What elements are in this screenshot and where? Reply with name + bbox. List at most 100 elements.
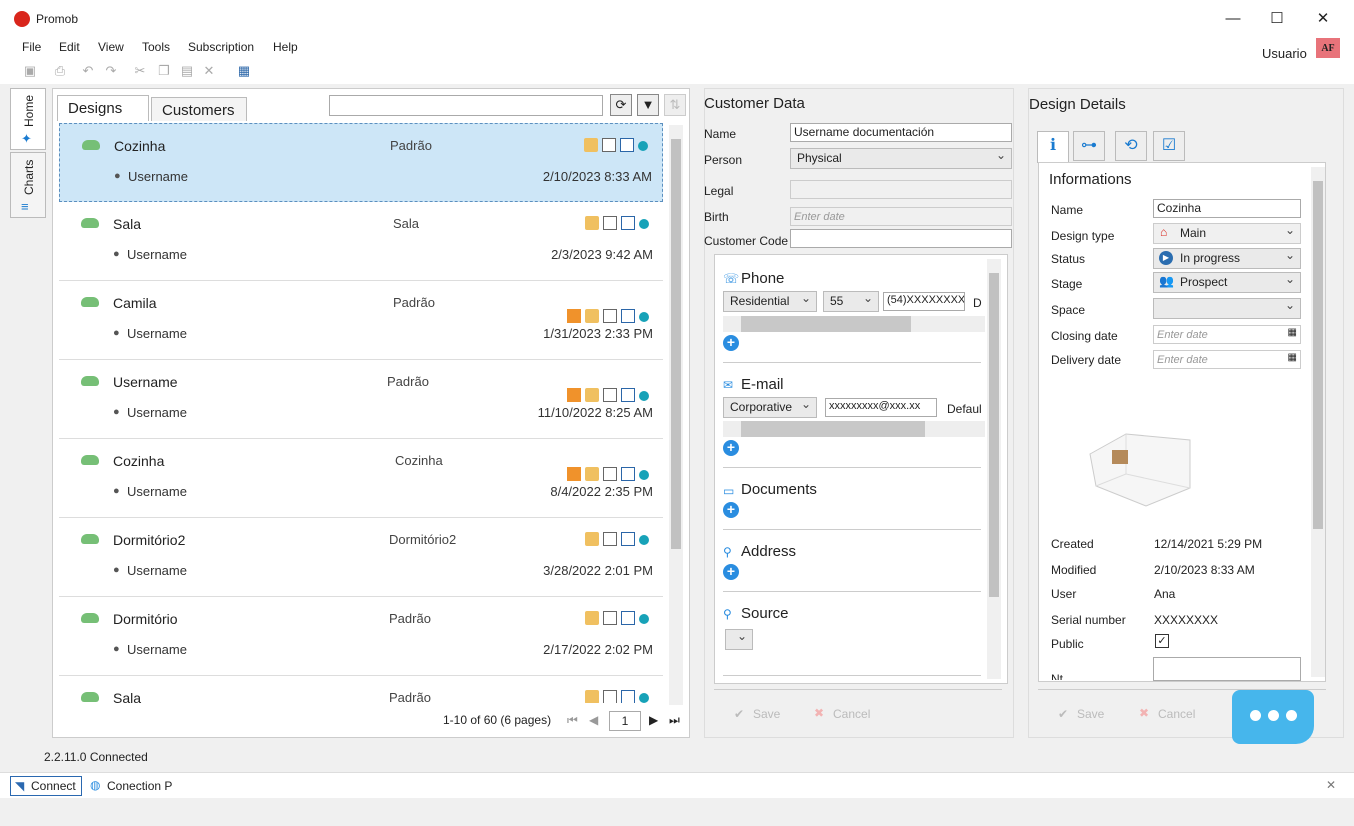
export-icon[interactable] (621, 309, 635, 323)
minimize-button[interactable]: — (1210, 6, 1256, 32)
connection-label[interactable]: Conection P (107, 779, 172, 793)
user-avatar[interactable]: AF (1316, 38, 1340, 60)
stage-select[interactable]: 👥 Prospect (1153, 272, 1301, 293)
folder-icon[interactable] (585, 309, 599, 323)
source-select[interactable] (725, 629, 753, 650)
phone-number-field[interactable]: (54)XXXXXXXX (883, 292, 965, 311)
customer-cancel-button[interactable]: Cancel (833, 707, 870, 721)
prev-page-icon[interactable]: ◀ (589, 713, 598, 727)
tree-icon[interactable] (638, 141, 648, 151)
filter-button[interactable]: ▼ (637, 94, 659, 116)
last-page-icon[interactable]: ⏭ (669, 713, 680, 728)
first-page-icon[interactable]: ⏮ (567, 713, 578, 728)
copy-icon[interactable] (602, 138, 616, 152)
customer-save-button[interactable]: Save (753, 707, 780, 721)
table-row[interactable]: Dormitório Padrão ● Username 2/17/2022 2… (59, 597, 663, 676)
tab-customers[interactable]: Customers (151, 97, 247, 121)
close-button[interactable]: ✕ (1300, 6, 1346, 32)
tree-icon[interactable] (639, 535, 649, 545)
phone-type-select[interactable]: Residential (723, 291, 817, 312)
table-row[interactable]: Camila Padrão ● Username 1/31/2023 2:33 … (59, 281, 663, 360)
delivery-date-field[interactable]: Enter date ▦ (1153, 350, 1301, 369)
table-row[interactable]: Sala Sala ● Username 2/3/2023 9:42 AM (59, 202, 663, 281)
menu-view[interactable]: View (98, 40, 124, 54)
cut-icon[interactable]: ✂ (132, 63, 148, 79)
tree-icon[interactable] (639, 219, 649, 229)
tab-checklist[interactable]: ☑ (1153, 131, 1185, 161)
export-icon[interactable] (621, 611, 635, 625)
design-save-button[interactable]: Save (1077, 707, 1104, 721)
customer-icon[interactable] (567, 309, 581, 323)
export-icon[interactable] (621, 388, 635, 402)
public-checkbox[interactable]: ✓ (1155, 634, 1169, 648)
tree-icon[interactable] (639, 391, 649, 401)
add-email-button[interactable]: + (723, 440, 739, 456)
design-name-field[interactable]: Cozinha (1153, 199, 1301, 218)
copy-icon[interactable] (603, 388, 617, 402)
contacts-scroll-thumb[interactable] (989, 273, 999, 597)
tab-info[interactable]: ℹ (1037, 131, 1069, 163)
add-phone-button[interactable]: + (723, 335, 739, 351)
redo-icon[interactable]: ↷ (103, 63, 119, 79)
customer-code-field[interactable] (790, 229, 1012, 248)
email-hscrollbar[interactable] (723, 421, 985, 437)
chat-button[interactable] (1232, 690, 1314, 744)
customer-icon[interactable] (567, 388, 581, 402)
email-type-select[interactable]: Corporative (723, 397, 817, 418)
copy-icon[interactable] (603, 309, 617, 323)
export-icon[interactable] (621, 467, 635, 481)
design-type-select[interactable]: ⌂ Main (1153, 223, 1301, 244)
phone-code-select[interactable]: 55 (823, 291, 879, 312)
add-document-button[interactable]: + (723, 502, 739, 518)
folder-icon[interactable] (585, 467, 599, 481)
export-icon[interactable] (621, 532, 635, 546)
save-icon[interactable]: ▣ (22, 63, 38, 79)
tab-charts[interactable]: Charts ≡ (10, 152, 46, 218)
table-row[interactable]: Cozinha Padrão ● Username 2/10/2023 8:33… (59, 123, 663, 202)
export-icon[interactable] (620, 138, 634, 152)
connect-button[interactable]: ◥ Connect (10, 776, 82, 796)
customer-icon[interactable] (567, 467, 581, 481)
calendar-icon[interactable]: ▦ (1288, 327, 1297, 338)
menu-help[interactable]: Help (273, 40, 298, 54)
close-icon[interactable]: ✕ (1326, 778, 1336, 792)
menu-file[interactable]: File (22, 40, 41, 54)
maximize-button[interactable]: ☐ (1254, 6, 1300, 32)
status-select[interactable]: ▶ In progress (1153, 248, 1301, 269)
copy-icon[interactable] (603, 532, 617, 546)
search-input[interactable] (329, 95, 603, 116)
table-row[interactable]: Sala Padrão (59, 676, 663, 703)
paste-icon[interactable]: ▤ (179, 63, 195, 79)
list-scroll-thumb[interactable] (671, 139, 681, 549)
add-address-button[interactable]: + (723, 564, 739, 580)
folder-icon[interactable] (585, 611, 599, 625)
copy-icon[interactable]: ❐ (156, 63, 172, 79)
sort-button[interactable]: ⇅ (664, 94, 686, 116)
menu-subscription[interactable]: Subscription (188, 40, 254, 54)
export-icon[interactable] (621, 216, 635, 230)
refresh-button[interactable]: ⟳ (610, 94, 632, 116)
layout-icon[interactable]: ▦ (236, 63, 252, 79)
email-hscroll-thumb[interactable] (741, 421, 925, 437)
phone-hscroll-thumb[interactable] (741, 316, 911, 332)
delete-icon[interactable]: ✕ (201, 63, 217, 79)
tree-icon[interactable] (639, 312, 649, 322)
folder-icon[interactable] (585, 690, 599, 703)
copy-icon[interactable] (603, 216, 617, 230)
tab-structure[interactable]: ⊶ (1073, 131, 1105, 161)
copy-icon[interactable] (603, 611, 617, 625)
tab-history[interactable]: ⟲ (1115, 131, 1147, 161)
phone-hscrollbar[interactable] (723, 316, 985, 332)
folder-icon[interactable] (585, 388, 599, 402)
copy-icon[interactable] (603, 467, 617, 481)
menu-tools[interactable]: Tools (142, 40, 170, 54)
table-row[interactable]: Cozinha Cozinha ● Username 8/4/2022 2:35… (59, 439, 663, 518)
next-page-icon[interactable]: ▶ (649, 713, 658, 727)
folder-icon[interactable] (585, 216, 599, 230)
tab-designs[interactable]: Designs (57, 95, 149, 121)
notes-field[interactable] (1153, 657, 1301, 681)
customer-name-field[interactable]: Username documentación (790, 123, 1012, 142)
person-select[interactable]: Physical (790, 148, 1012, 169)
menu-edit[interactable]: Edit (59, 40, 80, 54)
tab-home[interactable]: Home ✦ (10, 88, 46, 150)
